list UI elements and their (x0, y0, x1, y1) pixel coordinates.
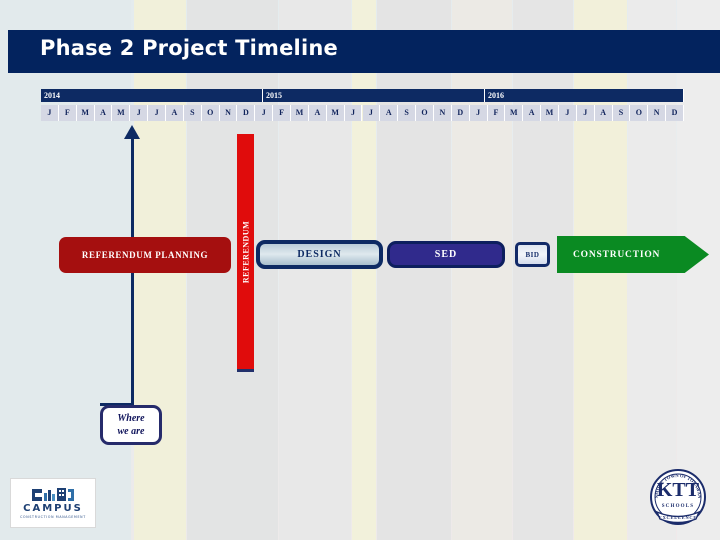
milestone-label-referendum: REFERENDUM (241, 220, 250, 283)
timeline-month-cell: D (237, 105, 256, 121)
timeline-year-cell: 2016 (485, 89, 684, 102)
slide-canvas: Phase 2 Project Timeline 2014 2015 2016 JF… (0, 0, 720, 540)
task-label-sed: SED (434, 249, 458, 260)
task-bar-referendum-planning[interactable]: REFERENDUM PLANNING (59, 237, 231, 273)
timeline-month-cell: A (594, 105, 613, 121)
timeline-month-cell: A (523, 105, 542, 121)
timeline-month-cell: J (41, 105, 59, 121)
timeline-month-cell: D (451, 105, 470, 121)
timeline-month-cell: A (166, 105, 184, 121)
timeline-month-cell: S (612, 105, 631, 121)
callout-line-1: Where (117, 413, 145, 424)
task-bar-bid[interactable]: BID (515, 242, 550, 267)
campus-logo-tagline: CONSTRUCTION MANAGEMENT (20, 515, 86, 519)
timeline-month-cell: S (398, 105, 417, 121)
svg-text:KTT: KTT (657, 479, 700, 501)
stripe (279, 0, 351, 540)
timeline-month-cell: N (219, 105, 238, 121)
timeline-month-cell: A (380, 105, 399, 121)
timeline-month-cell: F (487, 105, 506, 121)
timeline-month-cell: N (433, 105, 452, 121)
where-we-are-callout[interactable]: Where we are (100, 405, 162, 445)
task-bar-sed[interactable]: SED (387, 241, 505, 268)
timeline-year-cell: 2015 (263, 89, 485, 102)
timeline-month-cell: O (416, 105, 434, 121)
timeline-month-cell: J (469, 105, 488, 121)
timeline-month-cell: M (326, 105, 345, 121)
timeline-month-cell: M (112, 105, 131, 121)
timeline-month-cell: M (291, 105, 309, 121)
timeline-month-cell: J (576, 105, 595, 121)
timeline-month-cell: D (666, 105, 684, 121)
timeline-month-cell: J (255, 105, 274, 121)
timeline-month-cell: A (94, 105, 113, 121)
timeline-month-cell: J (148, 105, 167, 121)
task-label-construction: CONSTRUCTION (573, 249, 661, 260)
task-bar-design[interactable]: DESIGN (256, 240, 383, 269)
campus-logo-mark-icon (30, 487, 76, 502)
task-label-bid: BID (525, 250, 540, 259)
task-label-design: DESIGN (297, 249, 342, 260)
stripe (377, 0, 451, 540)
timeline-month-cell: M (505, 105, 524, 121)
timeline-month-cell: A (308, 105, 327, 121)
milestone-referendum[interactable]: REFERENDUM (237, 134, 254, 372)
stripe (352, 0, 376, 540)
timeline-years-row: 2014 2015 2016 (41, 89, 684, 102)
timeline-year-cell: 2014 (41, 89, 263, 102)
school-district-seal: KENMORE TOWN OF TONAWANDA KTT SCHOOLS EX… (643, 462, 711, 532)
timeline-month-cell: M (541, 105, 559, 121)
timeline-month-cell: J (344, 105, 363, 121)
svg-text:EXCELLENCE: EXCELLENCE (659, 515, 697, 520)
campus-logo-wordmark: CAMPUS (23, 503, 83, 514)
stripe (452, 0, 512, 540)
callout-line-2: we are (117, 426, 145, 437)
timeline-month-cell: O (630, 105, 649, 121)
campus-logo: CAMPUS CONSTRUCTION MANAGEMENT (10, 478, 96, 528)
timeline-header: 2014 2015 2016 JFMAMJJASONDJFMAMJJASONDJFM… (41, 89, 684, 121)
timeline-month-cell: O (201, 105, 220, 121)
timeline-month-cell: N (648, 105, 667, 121)
task-label-referendum-planning: REFERENDUM PLANNING (81, 250, 209, 260)
task-bar-construction[interactable]: CONSTRUCTION (557, 236, 709, 273)
timeline-month-cell: M (76, 105, 95, 121)
page-title: Phase 2 Project Timeline (40, 36, 338, 60)
timeline-month-cell: F (273, 105, 292, 121)
timeline-month-cell: J (362, 105, 381, 121)
timeline-month-cell: S (183, 105, 202, 121)
svg-text:SCHOOLS: SCHOOLS (662, 504, 695, 509)
timeline-month-cell: F (58, 105, 77, 121)
timeline-months-row: JFMAMJJASONDJFMAMJJASONDJFMAMJJASOND (41, 105, 684, 121)
timeline-month-cell: J (558, 105, 577, 121)
timeline-month-cell: J (130, 105, 149, 121)
